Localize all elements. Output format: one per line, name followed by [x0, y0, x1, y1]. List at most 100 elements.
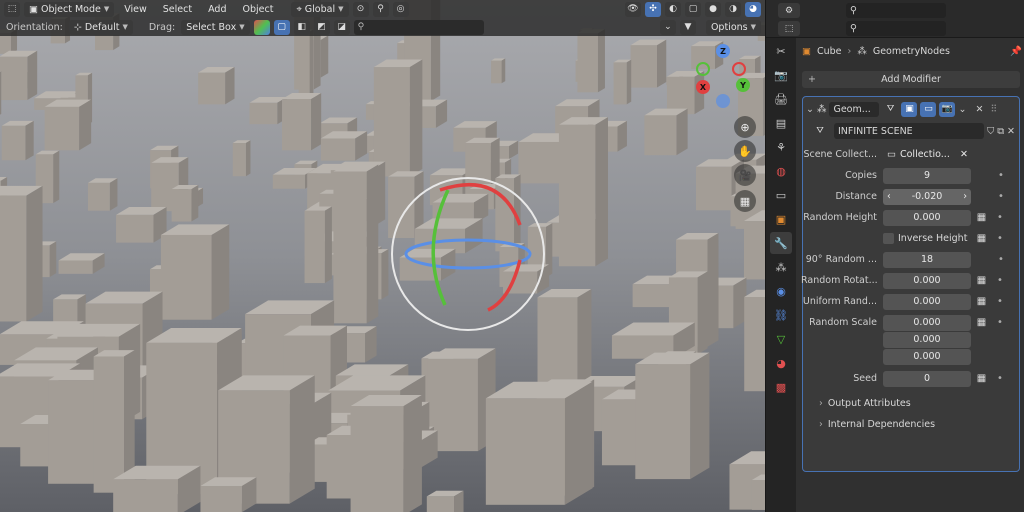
expand-chevron-icon[interactable]: ⌄	[806, 104, 814, 115]
keyframe-dot-icon[interactable]: •	[996, 170, 1006, 181]
random-rotation-field[interactable]: 0.000	[883, 272, 971, 289]
menu-add[interactable]: Add	[202, 4, 232, 15]
random-height-field[interactable]: 0.000	[883, 209, 971, 226]
chevron-down-icon[interactable]: ⌄	[958, 104, 966, 115]
search-field[interactable]: ⚲	[353, 19, 484, 35]
random-scale-z-field[interactable]: 0.000	[883, 348, 971, 365]
node-group-browse-icon[interactable]: ⛛	[809, 123, 831, 139]
transform-orientation-dropdown[interactable]: ⌖ Global ▼	[291, 1, 349, 17]
gizmo-neg-z-axis[interactable]	[716, 94, 730, 108]
collection-tab-icon[interactable]: ▭	[770, 184, 792, 206]
select-extend-icon[interactable]: ◧	[293, 19, 310, 35]
proportional-edit-icon[interactable]: ◎	[392, 1, 409, 17]
gizmo-toggle-icon[interactable]: ✣	[645, 1, 661, 17]
pan-hand-icon[interactable]: ✋	[734, 140, 756, 162]
internal-dependencies-subpanel[interactable]: › Internal Dependencies	[819, 415, 935, 433]
edit-mode-icon[interactable]: ▣	[901, 101, 918, 117]
options-dropdown[interactable]: Options ▼	[705, 19, 761, 35]
constraints-tab-icon[interactable]: ⛓	[770, 304, 792, 326]
unlink-icon[interactable]: ✕	[1007, 126, 1015, 137]
keyframe-dot-icon[interactable]: •	[995, 233, 1005, 244]
scene-collection-field[interactable]: ▭ Collectio... ✕	[883, 146, 971, 163]
data-tab-icon[interactable]: ▽	[770, 328, 792, 350]
keyframe-dot-icon[interactable]: •	[995, 275, 1005, 286]
shading-material-icon[interactable]: ◑	[725, 1, 741, 17]
keyframe-dot-icon[interactable]: •	[995, 373, 1005, 384]
close-icon[interactable]: ✕	[975, 104, 983, 115]
increment-icon[interactable]: ›	[963, 191, 967, 202]
object-tab-icon[interactable]: ▣	[770, 208, 792, 230]
output-tab-icon[interactable]: 🖨	[770, 88, 792, 110]
material-tab-icon[interactable]: ◕	[770, 352, 792, 374]
attribute-toggle-icon[interactable]: ▦	[974, 371, 989, 386]
properties-search[interactable]: ⚲	[846, 21, 946, 36]
select-new-icon[interactable]: ▢	[273, 19, 290, 35]
shield-icon[interactable]: ⛉	[987, 126, 994, 137]
physics-tab-icon[interactable]: ◉	[770, 280, 792, 302]
outliner-search[interactable]: ⚲	[846, 3, 946, 18]
keyframe-dot-icon[interactable]: •	[995, 317, 1005, 328]
collapse-icon[interactable]: ⌄	[659, 19, 676, 35]
properties-type-icon[interactable]: ⬚	[778, 21, 800, 36]
select-invert-icon[interactable]: ◪	[333, 19, 350, 35]
filter-icon[interactable]: ▼	[679, 19, 696, 35]
world-tab-icon[interactable]: ◍	[770, 160, 792, 182]
render-display-icon[interactable]: 📷	[939, 101, 956, 117]
decrement-icon[interactable]: ‹	[887, 191, 891, 202]
palette-icon[interactable]	[253, 19, 270, 35]
orientation-dropdown[interactable]: ⊹ Default ▼	[68, 19, 133, 35]
shading-rendered-icon[interactable]: ◕	[745, 1, 761, 17]
add-modifier-button[interactable]: + Add Modifier	[802, 71, 1020, 88]
drag-dropdown[interactable]: Select Box ▼	[181, 19, 250, 35]
attribute-toggle-icon[interactable]: ▦	[974, 315, 989, 330]
node-tree-icon[interactable]: ⛛	[882, 101, 899, 117]
gizmo-neg-y-axis[interactable]	[696, 62, 710, 76]
gizmo-y-axis[interactable]: Y	[736, 78, 750, 92]
render-tab-icon[interactable]: 📷	[770, 64, 792, 86]
modifier-name-field[interactable]: Geom...	[829, 101, 880, 117]
keyframe-dot-icon[interactable]: •	[995, 296, 1005, 307]
overlay-icon[interactable]: ◐	[665, 1, 681, 17]
mode-dropdown[interactable]: ▣ Object Mode ▼	[24, 1, 115, 17]
xray-icon[interactable]: ▢	[685, 1, 701, 17]
node-group-field[interactable]: INFINITE SCENE	[834, 123, 985, 139]
texture-tab-icon[interactable]: ▩	[770, 376, 792, 398]
editor-type-button[interactable]: ⬚	[4, 1, 20, 17]
inverse-height-checkbox[interactable]: Inverse Height	[883, 233, 971, 244]
particles-tab-icon[interactable]: ⁂	[770, 256, 792, 278]
navigation-gizmo[interactable]: Z X Y	[692, 44, 752, 110]
attribute-toggle-icon[interactable]: ▦	[974, 273, 989, 288]
gizmo-x-axis[interactable]: X	[696, 80, 710, 94]
duplicate-icon[interactable]: ⧉	[997, 126, 1004, 137]
viewport-display-icon[interactable]: ▭	[920, 101, 937, 117]
menu-view[interactable]: View	[118, 4, 153, 15]
pin-icon[interactable]: 📌	[1010, 46, 1022, 57]
attribute-toggle-icon[interactable]: ▦	[974, 231, 989, 246]
pivot-icon[interactable]: ⊙	[352, 1, 369, 17]
grid-icon[interactable]: ▦	[734, 190, 756, 212]
tool-tab-icon[interactable]: ✂	[770, 40, 792, 62]
zoom-icon[interactable]: ⊕	[734, 116, 756, 138]
uniform-random-field[interactable]: 0.000	[883, 293, 971, 310]
select-subtract-icon[interactable]: ◩	[313, 19, 330, 35]
random-90-field[interactable]: 18	[883, 251, 971, 268]
3d-viewport[interactable]: ⬚ ▣ Object Mode ▼ View Select Add Object…	[0, 0, 765, 512]
clear-icon[interactable]: ✕	[960, 149, 971, 160]
copies-field[interactable]: 9	[883, 167, 971, 184]
keyframe-dot-icon[interactable]: •	[995, 212, 1005, 223]
output-attributes-subpanel[interactable]: › Output Attributes	[819, 394, 911, 412]
keyframe-dot-icon[interactable]: •	[996, 191, 1006, 202]
visibility-icon[interactable]: 👁	[625, 1, 641, 17]
snap-icon[interactable]: ⚲	[372, 1, 389, 17]
scene-tab-icon[interactable]: ⚘	[770, 136, 792, 158]
keyframe-dot-icon[interactable]: •	[996, 254, 1006, 265]
camera-icon[interactable]: 🎥	[734, 164, 756, 186]
gizmo-neg-x-axis[interactable]	[732, 62, 746, 76]
seed-field[interactable]: 0	[883, 370, 971, 387]
drag-handle-icon[interactable]: ⠿	[990, 104, 997, 115]
attribute-toggle-icon[interactable]: ▦	[974, 210, 989, 225]
gizmo-z-axis[interactable]: Z	[716, 44, 730, 58]
modifier-tab-icon[interactable]: 🔧	[770, 232, 792, 254]
attribute-toggle-icon[interactable]: ▦	[974, 294, 989, 309]
distance-field[interactable]: ‹ -0.020 ›	[883, 188, 971, 205]
